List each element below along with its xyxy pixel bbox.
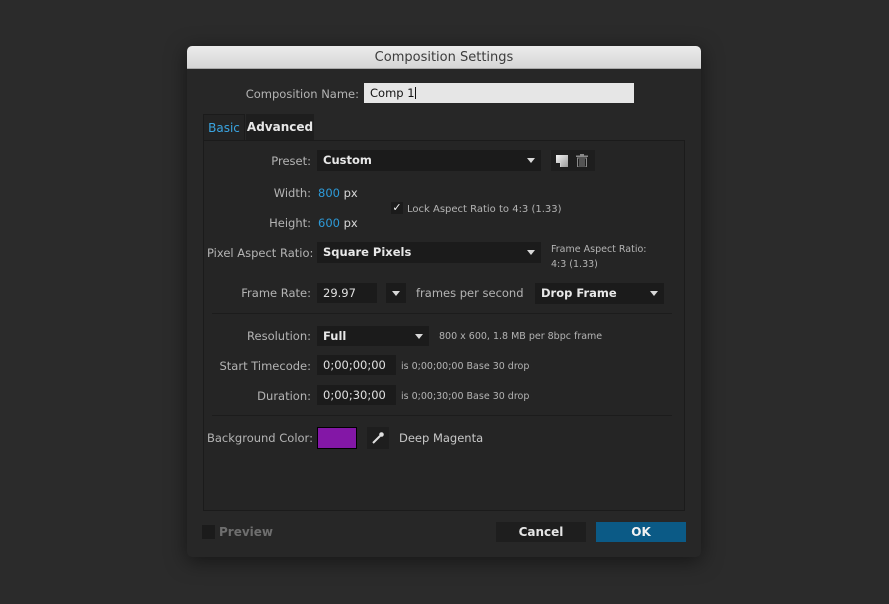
pixel-aspect-ratio-value: Square Pixels [323,245,412,259]
width-label: Width: [273,186,311,200]
frame-rate-label: Frame Rate: [241,286,311,300]
height-label: Height: [269,216,311,230]
width-field[interactable]: 800 px [318,186,358,200]
dialog-title: Composition Settings [187,46,701,69]
composition-name-input[interactable]: Comp 1 [364,83,634,103]
divider [212,415,672,416]
composition-settings-dialog: Composition Settings Composition Name: C… [187,46,701,557]
drop-frame-dropdown[interactable]: Drop Frame [535,283,664,304]
preset-value: Custom [323,153,372,167]
ok-button[interactable]: OK [596,522,686,542]
frame-aspect-ratio-value: 4:3 (1.33) [551,259,598,270]
save-preset-icon[interactable] [556,155,568,167]
cancel-button[interactable]: Cancel [496,522,586,542]
resolution-value: Full [323,329,347,343]
eyedropper-button[interactable] [367,427,389,449]
chevron-down-icon [650,291,658,296]
width-value[interactable]: 800 [318,186,340,200]
preview-checkbox[interactable] [202,525,215,539]
chevron-down-icon [392,291,400,296]
preset-dropdown[interactable]: Custom [317,150,541,171]
resolution-label: Resolution: [247,329,311,343]
pixel-aspect-ratio-dropdown[interactable]: Square Pixels [317,242,541,263]
background-color-swatch[interactable] [317,427,357,449]
frame-aspect-ratio-label: Frame Aspect Ratio: [551,244,647,255]
eyedropper-icon [372,432,384,444]
chevron-down-icon [527,158,535,163]
start-timecode-info: is 0;00;00;00 Base 30 drop [401,361,530,372]
preview-label: Preview [219,525,274,539]
height-field[interactable]: 600 px [318,216,358,230]
pixel-aspect-ratio-label: Pixel Aspect Ratio: [207,246,314,260]
start-timecode-input[interactable]: 0;00;00;00 [317,355,396,375]
width-unit: px [343,186,358,200]
chevron-down-icon [415,334,423,339]
height-unit: px [343,216,358,230]
duration-label: Duration: [257,389,311,403]
trash-icon[interactable] [576,154,588,167]
background-color-name: Deep Magenta [399,431,484,445]
tab-advanced[interactable]: Advanced [246,114,314,140]
preset-actions [551,150,595,171]
duration-info: is 0;00;30;00 Base 30 drop [401,391,530,402]
resolution-info: 800 x 600, 1.8 MB per 8bpc frame [439,331,603,342]
fps-label: frames per second [416,286,524,300]
duration-input[interactable]: 0;00;30;00 [317,385,396,405]
start-timecode-label: Start Timecode: [219,359,311,373]
chevron-down-icon [527,250,535,255]
frame-rate-dropdown-button[interactable] [386,283,406,303]
lock-aspect-checkbox[interactable]: ✓ [391,202,403,214]
resolution-dropdown[interactable]: Full [317,326,429,346]
tab-basic[interactable]: Basic [203,114,245,141]
composition-name-value: Comp 1 [370,86,415,100]
frame-rate-input[interactable]: 29.97 [317,283,377,303]
composition-name-label: Composition Name: [245,87,359,101]
text-cursor [414,87,416,99]
divider [212,313,672,314]
background-color-label: Background Color: [207,431,313,445]
preset-label: Preset: [271,154,311,168]
height-value[interactable]: 600 [318,216,340,230]
lock-aspect-label: Lock Aspect Ratio to 4:3 (1.33) [407,204,562,215]
drop-frame-value: Drop Frame [541,286,617,300]
